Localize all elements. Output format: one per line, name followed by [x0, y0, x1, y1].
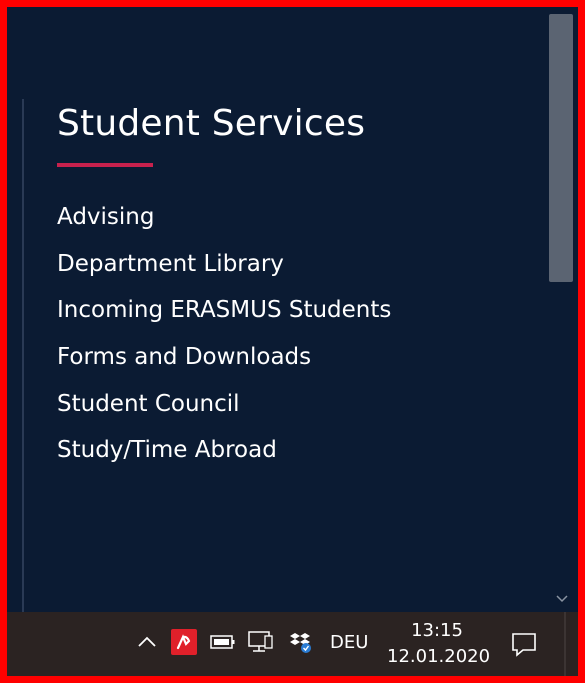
- student-services-panel: Student Services Advising Department Lib…: [7, 7, 578, 612]
- input-language-indicator[interactable]: DEU: [330, 632, 368, 653]
- menu-item-student-council[interactable]: Student Council: [57, 387, 391, 434]
- panel-title: Student Services: [57, 103, 366, 144]
- title-underline: [57, 163, 153, 167]
- scrollbar-thumb[interactable]: [549, 14, 573, 282]
- clock-time: 13:15: [411, 620, 463, 641]
- clock-date: 12.01.2020: [387, 646, 491, 667]
- network-icon[interactable]: [248, 629, 274, 655]
- services-menu: Advising Department Library Incoming ERA…: [57, 200, 391, 480]
- notification-icon[interactable]: [509, 629, 539, 659]
- windows-taskbar: DEU 13:15 12.01.2020: [7, 612, 580, 676]
- menu-item-forms-downloads[interactable]: Forms and Downloads: [57, 340, 391, 387]
- battery-icon[interactable]: [210, 629, 236, 655]
- chevron-up-icon[interactable]: [134, 629, 160, 655]
- dropbox-icon[interactable]: [287, 629, 313, 655]
- system-clock[interactable]: 13:15 12.01.2020: [387, 618, 491, 670]
- show-desktop-button[interactable]: [564, 612, 580, 676]
- scroll-down-icon[interactable]: [553, 589, 571, 607]
- menu-item-incoming-erasmus[interactable]: Incoming ERASMUS Students: [57, 293, 391, 340]
- antivirus-icon[interactable]: [171, 629, 197, 655]
- menu-item-advising[interactable]: Advising: [57, 200, 391, 247]
- panel-divider: [22, 99, 24, 612]
- menu-item-study-abroad[interactable]: Study/Time Abroad: [57, 433, 391, 480]
- menu-item-department-library[interactable]: Department Library: [57, 247, 391, 294]
